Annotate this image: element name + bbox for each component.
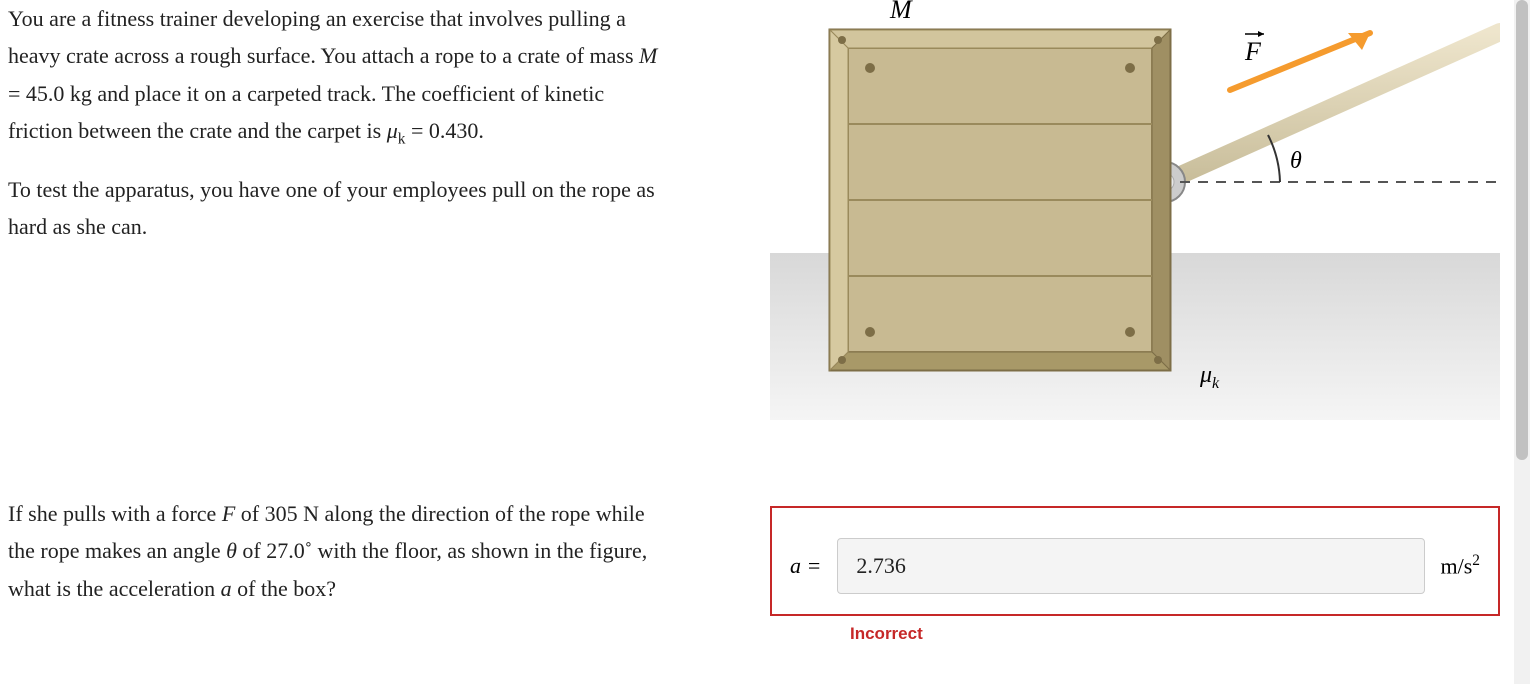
text-run: If she pulls with a force [8, 501, 222, 526]
scrollbar[interactable] [1514, 0, 1530, 684]
feedback-message: Incorrect [850, 624, 1500, 644]
answer-units: m/s2 [1441, 552, 1481, 579]
physics-figure: M F θ μk [770, 0, 1500, 420]
answer-group: a = m/s2 Incorrect [770, 506, 1500, 644]
figure-svg: M F θ μk [770, 0, 1500, 420]
variable-M: M [639, 43, 657, 68]
answer-input[interactable] [837, 538, 1424, 594]
label-theta: θ [1290, 148, 1302, 174]
label-M: M [889, 0, 913, 24]
question-text: If she pulls with a force F of 305 N alo… [8, 495, 668, 607]
variable-a: a [221, 576, 232, 601]
answer-label: a = [790, 553, 821, 579]
variable-F: F [222, 501, 235, 526]
text-run: = 45.0 kg and place it on a carpeted tra… [8, 81, 604, 143]
problem-para-2: To test the apparatus, you have one of y… [8, 171, 668, 246]
scrollbar-thumb[interactable] [1516, 0, 1528, 460]
svg-text:F: F [1244, 37, 1262, 66]
problem-statement: You are a fitness trainer developing an … [8, 0, 668, 264]
text-run: You are a fitness trainer developing an … [8, 6, 639, 68]
variable-mu: μ [387, 118, 398, 143]
rope [1145, 32, 1500, 202]
text-run: = 0.430. [405, 118, 483, 143]
text-run: of the box? [232, 576, 336, 601]
question-para: If she pulls with a force F of 305 N alo… [8, 495, 668, 607]
variable-theta: θ [226, 538, 237, 563]
units-base: m/s [1441, 554, 1473, 579]
answer-box: a = m/s2 [770, 506, 1500, 616]
label-F: F [1244, 31, 1264, 66]
crate [830, 30, 1170, 370]
problem-para-1: You are a fitness trainer developing an … [8, 0, 668, 153]
problem-text: You are a fitness trainer developing an … [8, 0, 668, 246]
units-sup: 2 [1472, 552, 1480, 569]
